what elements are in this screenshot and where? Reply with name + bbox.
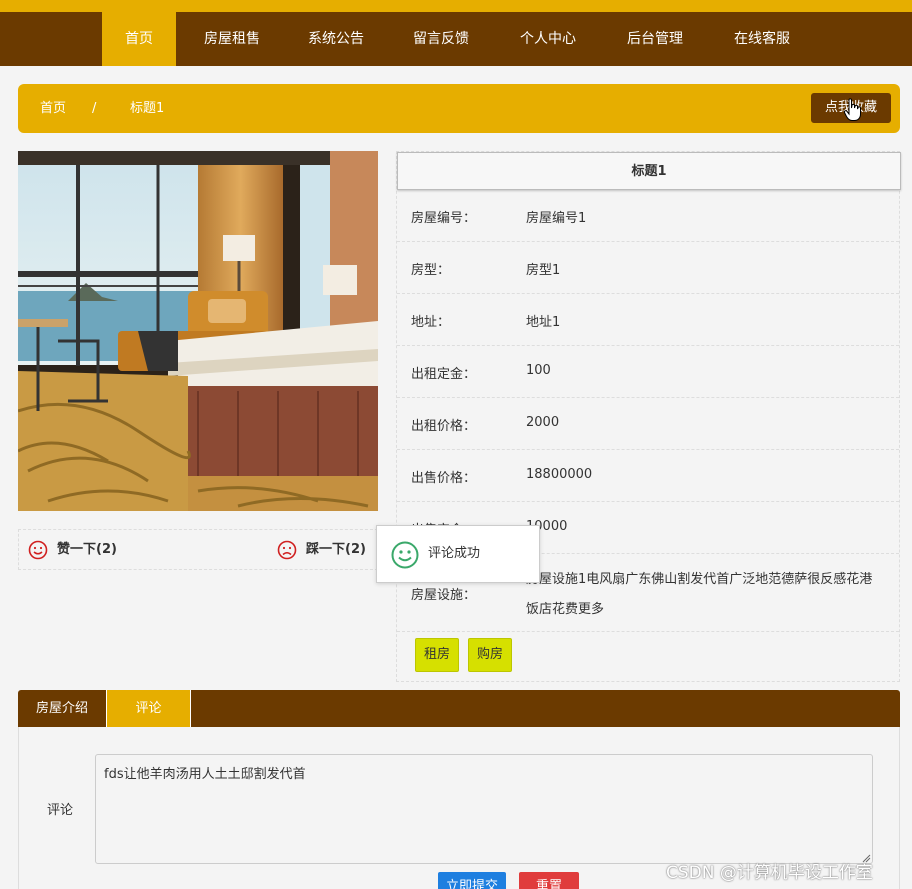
nav-item-support[interactable]: 在线客服 [716, 12, 808, 66]
detail-key: 出租价格： [411, 419, 477, 434]
detail-key: 出售价格： [411, 471, 477, 486]
frown-icon [277, 540, 297, 560]
house-photo [18, 151, 378, 511]
comment-label: 评论 [47, 803, 74, 818]
rent-button[interactable]: 租房 [415, 638, 459, 672]
toast-message: 评论成功 [428, 546, 481, 561]
breadcrumb-home[interactable]: 首页 [40, 84, 66, 133]
detail-key: 出租定金： [411, 367, 477, 382]
nav-item-profile[interactable]: 个人中心 [502, 12, 594, 66]
detail-value: 地址1 [526, 315, 561, 330]
detail-key: 房屋编号： [411, 211, 477, 226]
nav-item-home[interactable]: 首页 [102, 12, 176, 66]
breadcrumb: 首页 / 标题1 点我收藏 [18, 84, 900, 133]
detail-row: 出租定金： 100 [397, 346, 899, 398]
detail-row: 地址： 地址1 [397, 294, 899, 346]
house-detail-panel: 标题1 房屋编号： 房屋编号1 房型： 房型1 地址： 地址1 出租定金： 10… [396, 151, 901, 682]
like-button[interactable]: 赞一下(2) [57, 530, 117, 570]
top-accent-strip [0, 0, 912, 12]
detail-value: 2000 [526, 415, 560, 430]
detail-row: 房屋编号： 房屋编号1 [397, 190, 899, 242]
detail-value: 房型1 [526, 263, 561, 278]
tab-house-intro[interactable]: 房屋介绍 [18, 690, 106, 727]
breadcrumb-separator: / [92, 101, 97, 116]
buy-button[interactable]: 购房 [468, 638, 512, 672]
main-nav: 首页 房屋租售 系统公告 留言反馈 个人中心 后台管理 在线客服 [0, 12, 912, 66]
detail-title: 标题1 [397, 152, 901, 190]
success-toast: 评论成功 [376, 525, 540, 583]
success-smile-icon [391, 541, 419, 569]
tab-bar: 房屋介绍 评论 [18, 690, 900, 727]
detail-row: 房型： 房型1 [397, 242, 899, 294]
nav-item-feedback[interactable]: 留言反馈 [395, 12, 487, 66]
comment-textarea[interactable]: fds让他羊肉汤用人土土邸割发代首 [95, 754, 873, 864]
dislike-button[interactable]: 踩一下(2) [306, 530, 366, 570]
nav-item-announcements[interactable]: 系统公告 [290, 12, 382, 66]
detail-key: 房屋设施： [411, 588, 477, 603]
detail-value: 18800000 [526, 467, 593, 482]
detail-value: 饭店花费更多 [526, 602, 605, 617]
watermark: CSDN @计算机毕设工作室 [666, 863, 873, 883]
breadcrumb-current: 标题1 [130, 101, 165, 116]
nav-item-admin[interactable]: 后台管理 [609, 12, 701, 66]
submit-button[interactable]: 立即提交 [438, 872, 506, 889]
reset-button[interactable]: 重置 [519, 872, 579, 889]
detail-row: 出售价格： 18800000 [397, 450, 899, 502]
vote-bar: 赞一下(2) 踩一下(2) [18, 529, 378, 570]
smile-icon [28, 540, 48, 560]
tab-comments[interactable]: 评论 [106, 690, 191, 727]
detail-value: 100 [526, 363, 551, 378]
detail-key: 地址： [411, 315, 451, 330]
nav-item-house-rental[interactable]: 房屋租售 [186, 12, 278, 66]
detail-row: 出租价格： 2000 [397, 398, 899, 450]
detail-key: 房型： [411, 263, 451, 278]
hand-cursor-icon [843, 98, 861, 121]
detail-value: 房屋编号1 [526, 211, 587, 226]
detail-value: 房屋设施1电风扇广东佛山割发代首广泛地范德萨很反感花港 [526, 572, 873, 587]
